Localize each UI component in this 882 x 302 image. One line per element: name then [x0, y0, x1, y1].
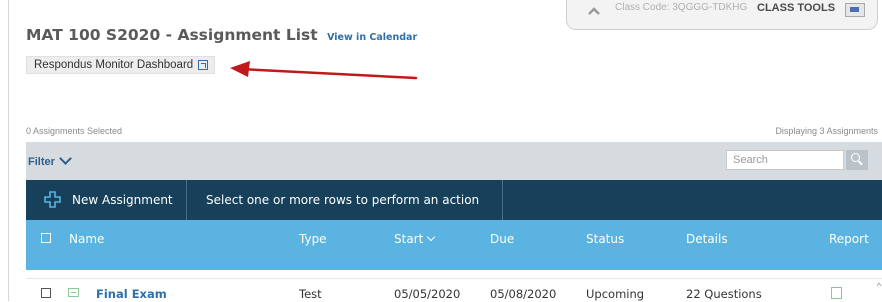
sort-chevron-down-icon — [427, 232, 436, 242]
filter-label: Filter — [28, 156, 55, 168]
filter-toggle[interactable]: Filter — [28, 152, 72, 168]
chevron-down-icon — [59, 152, 72, 165]
column-header-due[interactable]: Due — [490, 232, 514, 246]
table-header-row: Name Type Start Due Status Details Repor… — [26, 220, 882, 270]
left-frame-border — [0, 0, 9, 301]
class-tools-tab[interactable]: Class Code: 3QGGG-TDKHG CLASS TOOLS — [566, 0, 878, 30]
column-header-name[interactable]: Name — [69, 232, 104, 246]
column-header-details[interactable]: Details — [686, 232, 728, 246]
row-checkbox[interactable] — [41, 288, 51, 298]
column-header-start[interactable]: Start — [394, 232, 436, 246]
select-all-checkbox[interactable] — [41, 233, 51, 243]
class-tools-icon[interactable] — [845, 3, 865, 17]
action-hint-text: Select one or more rows to perform an ac… — [206, 193, 480, 207]
view-in-calendar-link[interactable]: View in Calendar — [327, 32, 417, 43]
displaying-count: Displaying 3 Assignments — [775, 126, 878, 136]
add-icon — [44, 191, 61, 208]
class-tools-label[interactable]: CLASS TOOLS — [757, 2, 835, 14]
search-input[interactable] — [726, 150, 844, 170]
respondus-monitor-dashboard-button[interactable]: Respondus Monitor Dashboard — [26, 56, 216, 74]
assignment-details: 22 Questions — [686, 287, 762, 301]
respondus-button-label: Respondus Monitor Dashboard — [34, 59, 194, 71]
action-hint: Select one or more rows to perform an ac… — [187, 180, 503, 220]
annotation-arrow — [230, 61, 418, 80]
assignments-selected-count: 0 Assignments Selected — [26, 126, 123, 136]
class-code: Class Code: 3QGGG-TDKHG — [615, 2, 748, 13]
assignment-name-link[interactable]: Final Exam — [96, 287, 167, 301]
column-header-status[interactable]: Status — [586, 232, 624, 246]
external-link-icon — [198, 60, 209, 70]
assignment-icon — [68, 288, 79, 297]
column-header-type[interactable]: Type — [299, 232, 327, 246]
assignment-start: 05/05/2020 — [394, 287, 461, 301]
search-icon-handle — [858, 160, 863, 166]
assignment-due: 05/08/2020 — [490, 287, 557, 301]
assignment-type: Test — [299, 287, 322, 301]
new-assignment-button[interactable]: New Assignment — [26, 180, 187, 220]
page-title: MAT 100 S2020 - Assignment List View in … — [26, 26, 417, 44]
chevron-up-icon[interactable] — [587, 4, 601, 18]
action-bar: New Assignment Select one or more rows t… — [26, 180, 882, 220]
assignment-status: Upcoming — [586, 287, 645, 301]
table-row[interactable]: Final Exam Test 05/05/2020 05/08/2020 Up… — [26, 278, 882, 302]
report-icon[interactable] — [831, 287, 842, 299]
filter-bar: Filter — [26, 142, 882, 180]
scroll-up-icon[interactable] — [876, 280, 882, 290]
column-header-report[interactable]: Report — [829, 232, 869, 246]
new-assignment-label: New Assignment — [72, 193, 173, 207]
column-header-start-label: Start — [394, 232, 424, 246]
search-button[interactable] — [846, 150, 868, 170]
page-title-text: MAT 100 S2020 - Assignment List — [26, 26, 318, 44]
